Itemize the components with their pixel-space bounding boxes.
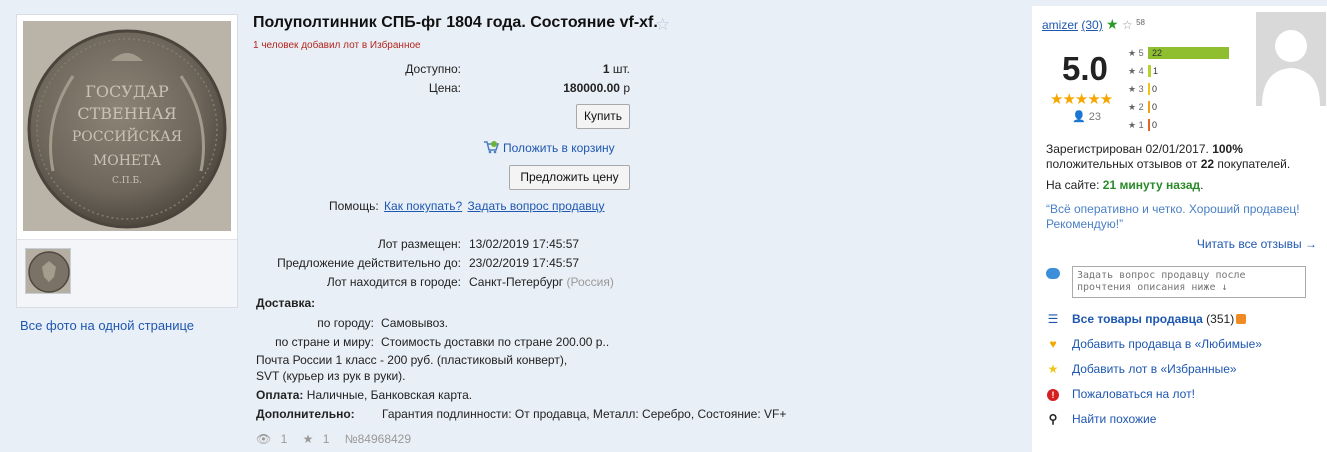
price-label: Цена: (428, 81, 461, 95)
ask-seller-link[interactable]: Задать вопрос продавцу (468, 199, 605, 213)
post-line-1: Почта России 1 класс - 200 руб. (пластик… (256, 353, 568, 367)
complain-row[interactable]: ! Пожаловаться на лот! (1046, 387, 1195, 401)
all-goods-row[interactable]: ☰ Все товары продавца (351) (1046, 312, 1247, 326)
online-status: На сайте: 21 минуту назад. (1046, 178, 1204, 192)
coin-legend-line4: МОНЕТА (93, 153, 162, 169)
city-label: Лот находится в городе: (326, 275, 461, 289)
offer-price-button[interactable]: Предложить цену (509, 165, 630, 190)
rating-bar-count: 1 (1153, 66, 1159, 76)
city-value: Санкт-Петербург (Россия) (469, 275, 614, 289)
chat-icon (1046, 268, 1060, 279)
help-label: Помощь: (329, 199, 379, 213)
seller-name-link[interactable]: amizer (1042, 18, 1078, 32)
thumbnail-strip (17, 239, 237, 307)
rating-bar-label: ★ 2 (1128, 102, 1144, 112)
cart-icon (484, 141, 499, 154)
seller-badge-number: 58 (1136, 18, 1145, 27)
list-icon: ☰ (1047, 312, 1059, 326)
add-lot-favorite-row[interactable]: ★ Добавить лот в «Избранные» (1046, 362, 1237, 376)
help-row: Помощь: Как покупать? Задать вопрос прод… (329, 199, 605, 213)
ask-seller-input[interactable] (1072, 266, 1306, 298)
available-label: Доступно: (405, 62, 461, 76)
rating-score: 5.0 (1062, 50, 1108, 87)
coin-legend-line2: СТВЕННАЯ (77, 104, 176, 123)
add-to-cart-link[interactable]: Положить в корзину (483, 140, 615, 155)
rating-bar-count: 0 (1152, 102, 1158, 112)
valid-until-value: 23/02/2019 17:45:57 (469, 256, 580, 270)
how-to-buy-link[interactable]: Как покупать? (384, 199, 462, 213)
main-coin-photo[interactable]: ГОСУДАР СТВЕННАЯ РОССИЙСКАЯ МОНЕТА С.П.Б… (23, 21, 231, 231)
warning-icon: ! (1046, 387, 1060, 401)
rating-bar-label: ★ 3 (1128, 84, 1144, 94)
coin-legend-line3: РОССИЙСКАЯ (72, 126, 182, 145)
read-all-reviews-link[interactable]: Читать все отзывы → (1197, 237, 1317, 251)
user-icon: 👤 (1072, 111, 1086, 123)
seller-avatar[interactable] (1256, 12, 1326, 106)
world-delivery-label: по стране и миру: (275, 335, 374, 349)
rating-bar-fill (1148, 119, 1150, 131)
available-value: 1 шт. (602, 62, 630, 76)
coin-legend-line5: С.П.Б. (112, 176, 142, 186)
latest-review: “Всё оперативно и четко. Хороший продаве… (1046, 202, 1300, 231)
payment-row: Оплата: Наличные, Банковская карта. (256, 388, 472, 402)
placed-value: 13/02/2019 17:45:57 (469, 237, 580, 251)
buy-button[interactable]: Купить (576, 104, 630, 129)
valid-until-label: Предложение действительно до: (277, 256, 461, 270)
rating-bar-count: 0 (1152, 84, 1158, 94)
stars-stat: ★ 1 (302, 432, 330, 446)
all-photos-link[interactable]: Все фото на одной странице (20, 318, 194, 333)
lot-stats: 👁 1 ★ 1 №84968429 (256, 432, 417, 446)
delivery-heading: Доставка: (256, 296, 316, 310)
lot-number: №84968429 (344, 432, 412, 446)
rating-bar-count: 0 (1152, 120, 1158, 130)
rating-bar-label: ★ 1 (1128, 120, 1144, 130)
rating-bar-fill (1148, 83, 1150, 95)
price-value: 180000.00 р (563, 81, 630, 95)
payment-label: Оплата: (256, 388, 304, 402)
coin-thumbnail[interactable] (25, 248, 71, 294)
seller-green-star-icon: ★ (1106, 16, 1119, 32)
rating-bar-count: 22 (1152, 48, 1163, 58)
rating-votes: 👤 23 (1072, 111, 1102, 123)
extra-label: Дополнительно: (256, 407, 355, 421)
rating-stars: ★★★★★ (1050, 91, 1113, 108)
rating-bar-label: ★ 4 (1128, 66, 1144, 76)
add-seller-favorite-row[interactable]: ♥ Добавить продавца в «Любимые» (1046, 337, 1262, 351)
city-delivery-label: по городу: (317, 316, 374, 330)
placed-label: Лот размещен: (377, 237, 461, 251)
favorite-count-note: 1 человек добавил лот в Избранное (253, 40, 421, 51)
views-stat: 👁 1 (256, 432, 288, 446)
eye-icon: 👁 (256, 432, 272, 446)
favorite-star-icon[interactable]: ☆ (655, 15, 670, 35)
payment-value: Наличные, Банковская карта. (306, 388, 473, 402)
heart-icon: ♥ (1049, 337, 1057, 351)
rating-bar-label: ★ 5 (1128, 48, 1144, 58)
extra-value: Гарантия подлинности: От продавца, Метал… (382, 407, 787, 421)
find-similar-row[interactable]: ⚲ Найти похожие (1046, 412, 1157, 426)
photo-gallery: ГОСУДАР СТВЕННАЯ РОССИЙСКАЯ МОНЕТА С.П.Б… (16, 14, 238, 308)
rss-icon[interactable] (1236, 314, 1247, 324)
post-line-2: SVT (курьер из рук в руки). (256, 369, 406, 383)
seller-panel: amizer (30) ★ ☆ 58 5.0 ★★★★★ 👤 23 ★ 5 22 ★… (1032, 6, 1327, 452)
rating-bar-fill (1148, 101, 1150, 113)
registration-info: Зарегистрирован 02/01/2017. 100% положит… (1046, 142, 1291, 171)
seller-outline-star-icon: ☆ (1121, 18, 1133, 32)
star-icon: ★ (1047, 362, 1059, 376)
seller-feedback-link[interactable]: (30) (1081, 18, 1102, 32)
page-title: Полуполтинник СПБ-фг 1804 года. Состояни… (253, 14, 658, 31)
city-delivery-value: Самовывоз. (381, 316, 449, 330)
star-icon: ★ (302, 432, 314, 446)
search-icon: ⚲ (1048, 412, 1058, 426)
world-delivery-value: Стоимость доставки по стране 200.00 р.. (381, 335, 610, 349)
coin-legend-line1: ГОСУДАР (85, 82, 169, 101)
rating-bar-fill (1148, 65, 1151, 77)
page: ГОСУДАР СТВЕННАЯ РОССИЙСКАЯ МОНЕТА С.П.Б… (0, 0, 1327, 452)
seller-info-row: amizer (30) ★ ☆ 58 (1042, 16, 1145, 33)
